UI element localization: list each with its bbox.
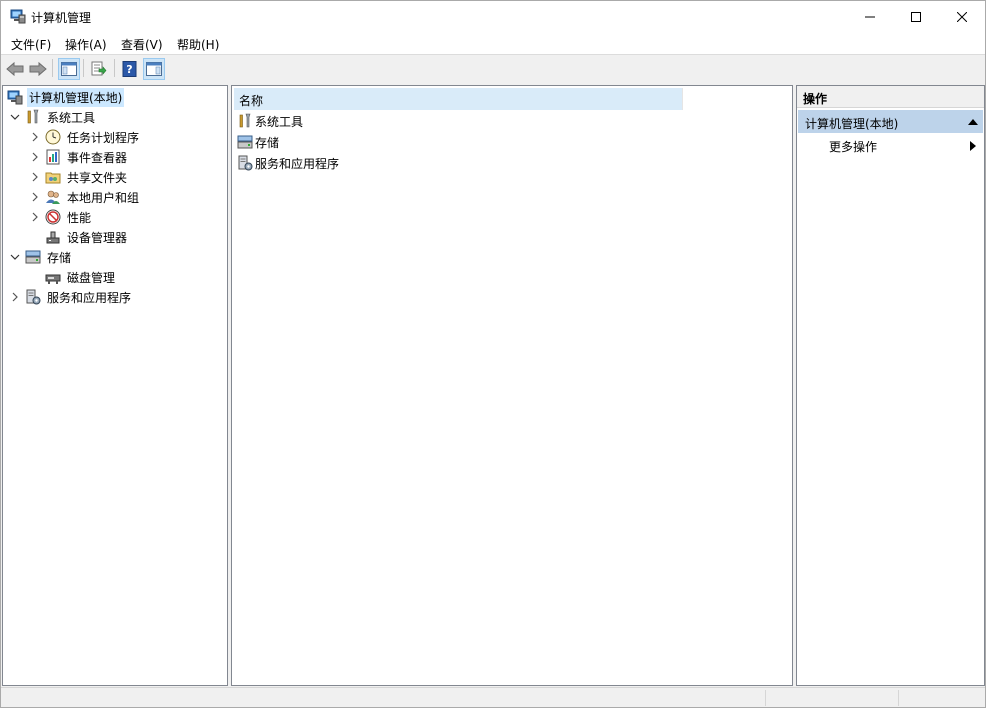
storage-icon [237,134,253,150]
submenu-arrow-icon [970,141,976,151]
tree-item-label: 事件查看器 [67,150,128,165]
tree-item-label: 磁盘管理 [67,270,116,285]
actions-header: 操作 [797,86,984,108]
chevron-down-icon[interactable] [9,251,21,263]
toolbar: ? [1,54,985,81]
title-bar: 计算机管理 [1,1,985,32]
actions-header-label: 操作 [803,92,828,106]
chevron-right-icon[interactable] [29,171,41,183]
list-item[interactable]: 存储 [237,132,279,152]
list-item-label: 系统工具 [255,114,304,129]
event-viewer-icon [45,149,61,165]
menu-help[interactable]: 帮助(H) [177,36,219,53]
toolbar-separator [52,59,53,77]
tools-icon [237,113,253,129]
back-button[interactable] [4,58,26,80]
storage-icon [25,249,41,265]
computer-management-icon [7,89,23,105]
show-hide-console-tree-icon [61,62,77,76]
actions-group-label: 计算机管理(本地) [805,117,899,131]
close-icon [957,11,967,22]
show-hide-action-pane-icon [146,62,162,76]
list-item-label: 存储 [255,135,280,150]
device-manager-icon [45,229,61,245]
forward-icon [29,61,47,77]
tree-item-label: 设备管理器 [67,230,128,245]
svg-text:?: ? [126,63,132,76]
status-bar-divider [765,690,766,706]
collapse-up-icon[interactable] [968,118,978,125]
tree-item-local-users[interactable]: 本地用户和组 [29,187,141,207]
computer-management-window: 计算机管理 文件(F) 操作(A) 查看(V) 帮助(H) ? 计算机管理(本地… [0,0,986,708]
list-item[interactable]: 服务和应用程序 [237,153,339,173]
tree-item-shared-folders[interactable]: 共享文件夹 [29,167,129,187]
toolbar-separator [83,59,84,77]
maximize-icon [911,11,921,22]
tree-item-label: 共享文件夹 [67,170,128,185]
tree-item-computer-management[interactable]: 计算机管理(本地) [7,87,125,107]
tree-item-event-viewer[interactable]: 事件查看器 [29,147,129,167]
menu-file[interactable]: 文件(F) [11,36,51,53]
users-icon [45,189,61,205]
forward-button[interactable] [27,58,49,80]
tree-item-label: 性能 [67,210,92,225]
actions-pane: 操作 计算机管理(本地) 更多操作 [796,85,985,686]
tree-item-task-scheduler[interactable]: 任务计划程序 [29,127,141,147]
close-button[interactable] [939,1,985,32]
tree-item-label: 存储 [47,250,72,265]
export-list-icon [91,61,107,76]
help-icon: ? [122,61,137,77]
result-pane[interactable]: 名称 系统工具 存储 服务和应用程序 [231,85,793,686]
tree-item-performance[interactable]: 性能 [29,207,93,227]
menu-view[interactable]: 查看(V) [121,36,163,53]
console-tree[interactable]: 计算机管理(本地) 系统工具 任务计划程序 事件查看器 共享文件夹 本地用户和组… [2,85,228,686]
chevron-down-icon[interactable] [9,111,21,123]
tree-item-label: 本地用户和组 [67,190,140,205]
tree-item-disk-management[interactable]: 磁盘管理 [45,267,117,287]
shared-folder-icon [45,169,61,185]
chevron-right-icon[interactable] [9,291,21,303]
status-bar [1,687,985,707]
window-title: 计算机管理 [31,11,92,25]
list-item-label: 服务和应用程序 [255,156,340,171]
tree-item-device-manager[interactable]: 设备管理器 [45,227,129,247]
column-header-label: 名称 [239,94,264,108]
clock-icon [45,129,61,145]
more-actions-item[interactable]: 更多操作 [829,138,877,155]
computer-management-icon [10,8,26,24]
export-list-button[interactable] [88,58,110,80]
list-item[interactable]: 系统工具 [237,111,303,131]
services-icon [25,289,41,305]
tree-item-storage[interactable]: 存储 [9,247,73,267]
menu-bar: 文件(F) 操作(A) 查看(V) 帮助(H) [1,32,985,54]
maximize-button[interactable] [893,1,939,32]
minimize-button[interactable] [847,1,893,32]
services-icon [237,155,253,171]
back-icon [6,61,24,77]
chevron-right-icon[interactable] [29,151,41,163]
tree-item-services-apps[interactable]: 服务和应用程序 [9,287,133,307]
tree-item-system-tools[interactable]: 系统工具 [9,107,97,127]
tree-item-label: 任务计划程序 [67,130,140,145]
toolbar-separator [114,59,115,77]
disk-icon [45,269,61,285]
show-hide-action-pane-button[interactable] [143,58,165,80]
chevron-right-icon[interactable] [29,191,41,203]
chevron-right-icon[interactable] [29,211,41,223]
tree-item-label: 计算机管理(本地) [27,87,125,107]
actions-group-computer-management[interactable]: 计算机管理(本地) [798,110,983,133]
help-button[interactable]: ? [119,58,141,80]
status-bar-divider [898,690,899,706]
menu-action[interactable]: 操作(A) [65,36,107,53]
show-hide-console-tree-button[interactable] [58,58,80,80]
tools-icon [25,109,41,125]
minimize-icon [865,16,875,17]
column-header-name[interactable]: 名称 [234,88,683,110]
chevron-right-icon[interactable] [29,131,41,143]
performance-icon [45,209,61,225]
tree-item-label: 服务和应用程序 [47,290,132,305]
tree-item-label: 系统工具 [47,110,96,125]
